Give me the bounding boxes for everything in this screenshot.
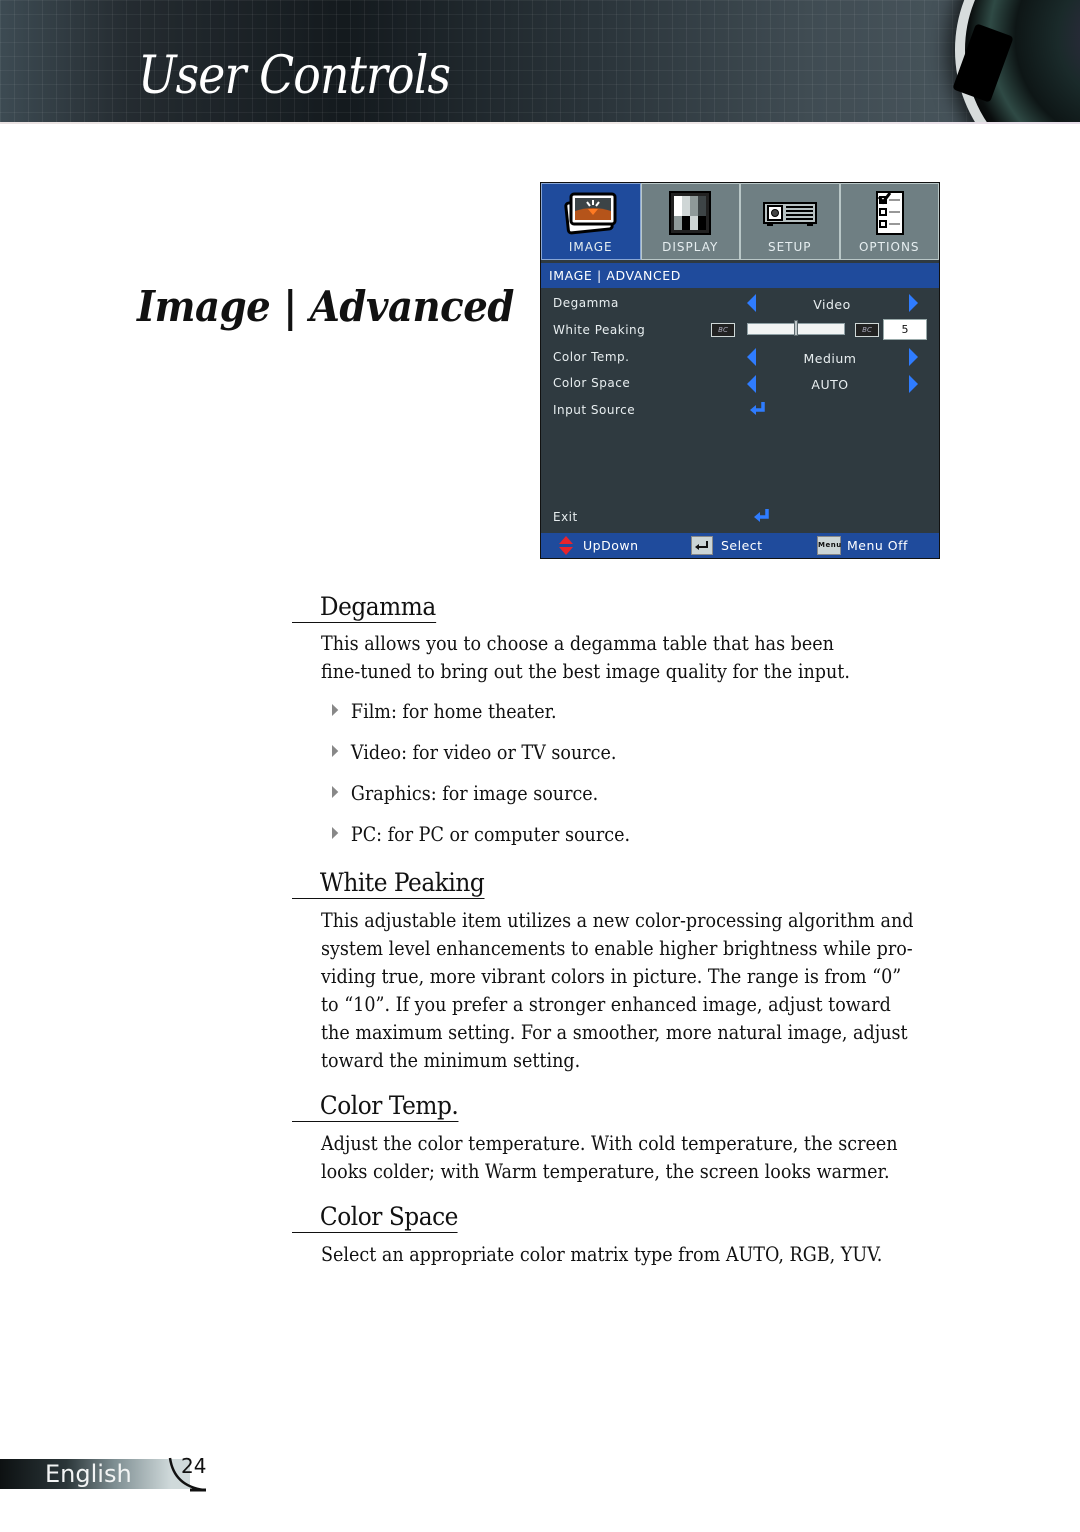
- tab-options[interactable]: OPTIONS: [839, 183, 939, 260]
- menu-item-input-source[interactable]: Input Source: [553, 403, 635, 417]
- text-line: Select an appropriate color matrix type …: [321, 1243, 883, 1266]
- enter-icon[interactable]: [753, 508, 771, 524]
- left-arrow-icon[interactable]: [747, 375, 756, 393]
- text-line: fine-tuned to bring out the best image q…: [321, 660, 850, 683]
- menu-item-exit[interactable]: Exit: [553, 510, 578, 524]
- slider-min-icon: BC: [711, 323, 735, 337]
- heading-text: Color Temp.: [319, 1091, 459, 1120]
- list-item: Video: for video or TV source.: [332, 741, 616, 764]
- color-space-value: AUTO: [811, 377, 849, 392]
- heading-text: White Peaking: [319, 868, 485, 897]
- text-line: to “10”. If you prefer a stronger enhanc…: [321, 993, 891, 1016]
- section-heading-degamma: Degamma: [292, 592, 436, 623]
- text-line: Adjust the color temperature. With cold …: [321, 1132, 898, 1155]
- text-line: the maximum setting. For a smoother, mor…: [321, 1021, 908, 1044]
- heading-rule: [292, 621, 436, 623]
- bullet-text: PC: for PC or computer source.: [350, 823, 631, 846]
- osd-help-bar: UpDown Select Menu Menu Off: [541, 533, 939, 558]
- osd-menu: IMAGE DISPLAY SETUP OPTIONS IMAGE | ADVA…: [540, 182, 940, 559]
- tab-label: OPTIONS: [858, 240, 920, 254]
- heading-text: Degamma: [319, 592, 436, 621]
- updown-hint: UpDown: [583, 538, 639, 553]
- left-arrow-icon[interactable]: [747, 294, 756, 312]
- slider-thumb[interactable]: [794, 320, 798, 336]
- white-peaking-description: This adjustable item utilizes a new colo…: [321, 907, 951, 1075]
- white-peaking-value: 5: [883, 319, 927, 340]
- image-icon: [564, 192, 617, 235]
- osd-tab-bar: IMAGE DISPLAY SETUP OPTIONS: [541, 183, 939, 260]
- bullet-arrow-icon: [332, 827, 339, 839]
- text-line: viding true, more vibrant colors in pict…: [321, 965, 902, 988]
- page-number: 24: [181, 1454, 207, 1478]
- right-arrow-icon[interactable]: [909, 294, 918, 312]
- bullet-text: Graphics: for image source.: [350, 782, 599, 805]
- checklist-icon: [876, 191, 905, 235]
- tab-setup[interactable]: SETUP: [740, 183, 840, 260]
- heading-rule: [292, 1231, 458, 1233]
- select-hint: Select: [721, 538, 763, 553]
- tab-label: IMAGE: [568, 240, 613, 254]
- menu-item-color-temp[interactable]: Color Temp.: [553, 350, 629, 364]
- list-item: Film: for home theater.: [332, 700, 557, 723]
- bullet-text: Video: for video or TV source.: [350, 741, 617, 764]
- menu-item-degamma[interactable]: Degamma: [553, 296, 619, 310]
- right-arrow-icon[interactable]: [909, 375, 918, 393]
- list-item: Graphics: for image source.: [332, 782, 598, 805]
- degamma-description: This allows you to choose a degamma tabl…: [321, 630, 951, 686]
- menu-key-icon: Menu: [817, 536, 841, 555]
- text-line: toward the minimum setting.: [321, 1049, 581, 1072]
- banner-underline: [0, 122, 1080, 124]
- osd-subtitle: IMAGE | ADVANCED: [541, 263, 939, 288]
- tab-label: DISPLAY: [662, 240, 719, 254]
- bullet-arrow-icon: [332, 786, 339, 798]
- heading-rule: [292, 1120, 459, 1122]
- tab-display[interactable]: DISPLAY: [640, 183, 740, 260]
- enter-icon[interactable]: [749, 401, 767, 417]
- right-arrow-icon[interactable]: [909, 348, 918, 366]
- text-line: This adjustable item utilizes a new colo…: [321, 909, 914, 932]
- bullet-text: Film: for home theater.: [350, 700, 557, 723]
- tab-image[interactable]: IMAGE: [541, 183, 641, 260]
- projector-icon: [762, 202, 817, 226]
- tab-label: SETUP: [767, 240, 812, 254]
- updown-icon: [559, 536, 573, 555]
- list-item: PC: for PC or computer source.: [332, 823, 630, 846]
- text-line: This allows you to choose a degamma tabl…: [321, 632, 834, 655]
- text-line: system level enhancements to enable high…: [321, 937, 913, 960]
- section-heading-color-temp: Color Temp.: [292, 1091, 459, 1122]
- white-peaking-slider[interactable]: [747, 320, 845, 336]
- left-arrow-icon[interactable]: [747, 348, 756, 366]
- slider-max-icon: BC: [855, 323, 879, 337]
- heading-text: Color Space: [319, 1202, 459, 1231]
- menu-item-color-space[interactable]: Color Space: [553, 376, 630, 390]
- menu-off-hint: Menu Off: [847, 538, 908, 553]
- language-label: English: [45, 1460, 132, 1488]
- section-title: User Controls: [138, 46, 451, 106]
- display-icon: [669, 191, 712, 235]
- color-temp-value: Medium: [803, 351, 857, 366]
- degamma-value: Video: [813, 297, 851, 312]
- menu-item-white-peaking[interactable]: White Peaking: [553, 323, 645, 337]
- bullet-arrow-icon: [332, 704, 339, 716]
- page-title: Image | Advanced: [137, 282, 514, 331]
- color-temp-description: Adjust the color temperature. With cold …: [321, 1130, 951, 1186]
- text-line: looks colder; with Warm temperature, the…: [321, 1160, 890, 1183]
- section-heading-white-peaking: White Peaking: [292, 868, 485, 899]
- color-space-description: Select an appropriate color matrix type …: [321, 1241, 951, 1269]
- header-banner: User Controls: [0, 0, 1080, 124]
- section-heading-color-space: Color Space: [292, 1202, 459, 1233]
- bullet-arrow-icon: [332, 745, 339, 757]
- select-key-icon: [691, 536, 713, 555]
- heading-rule: [292, 897, 485, 899]
